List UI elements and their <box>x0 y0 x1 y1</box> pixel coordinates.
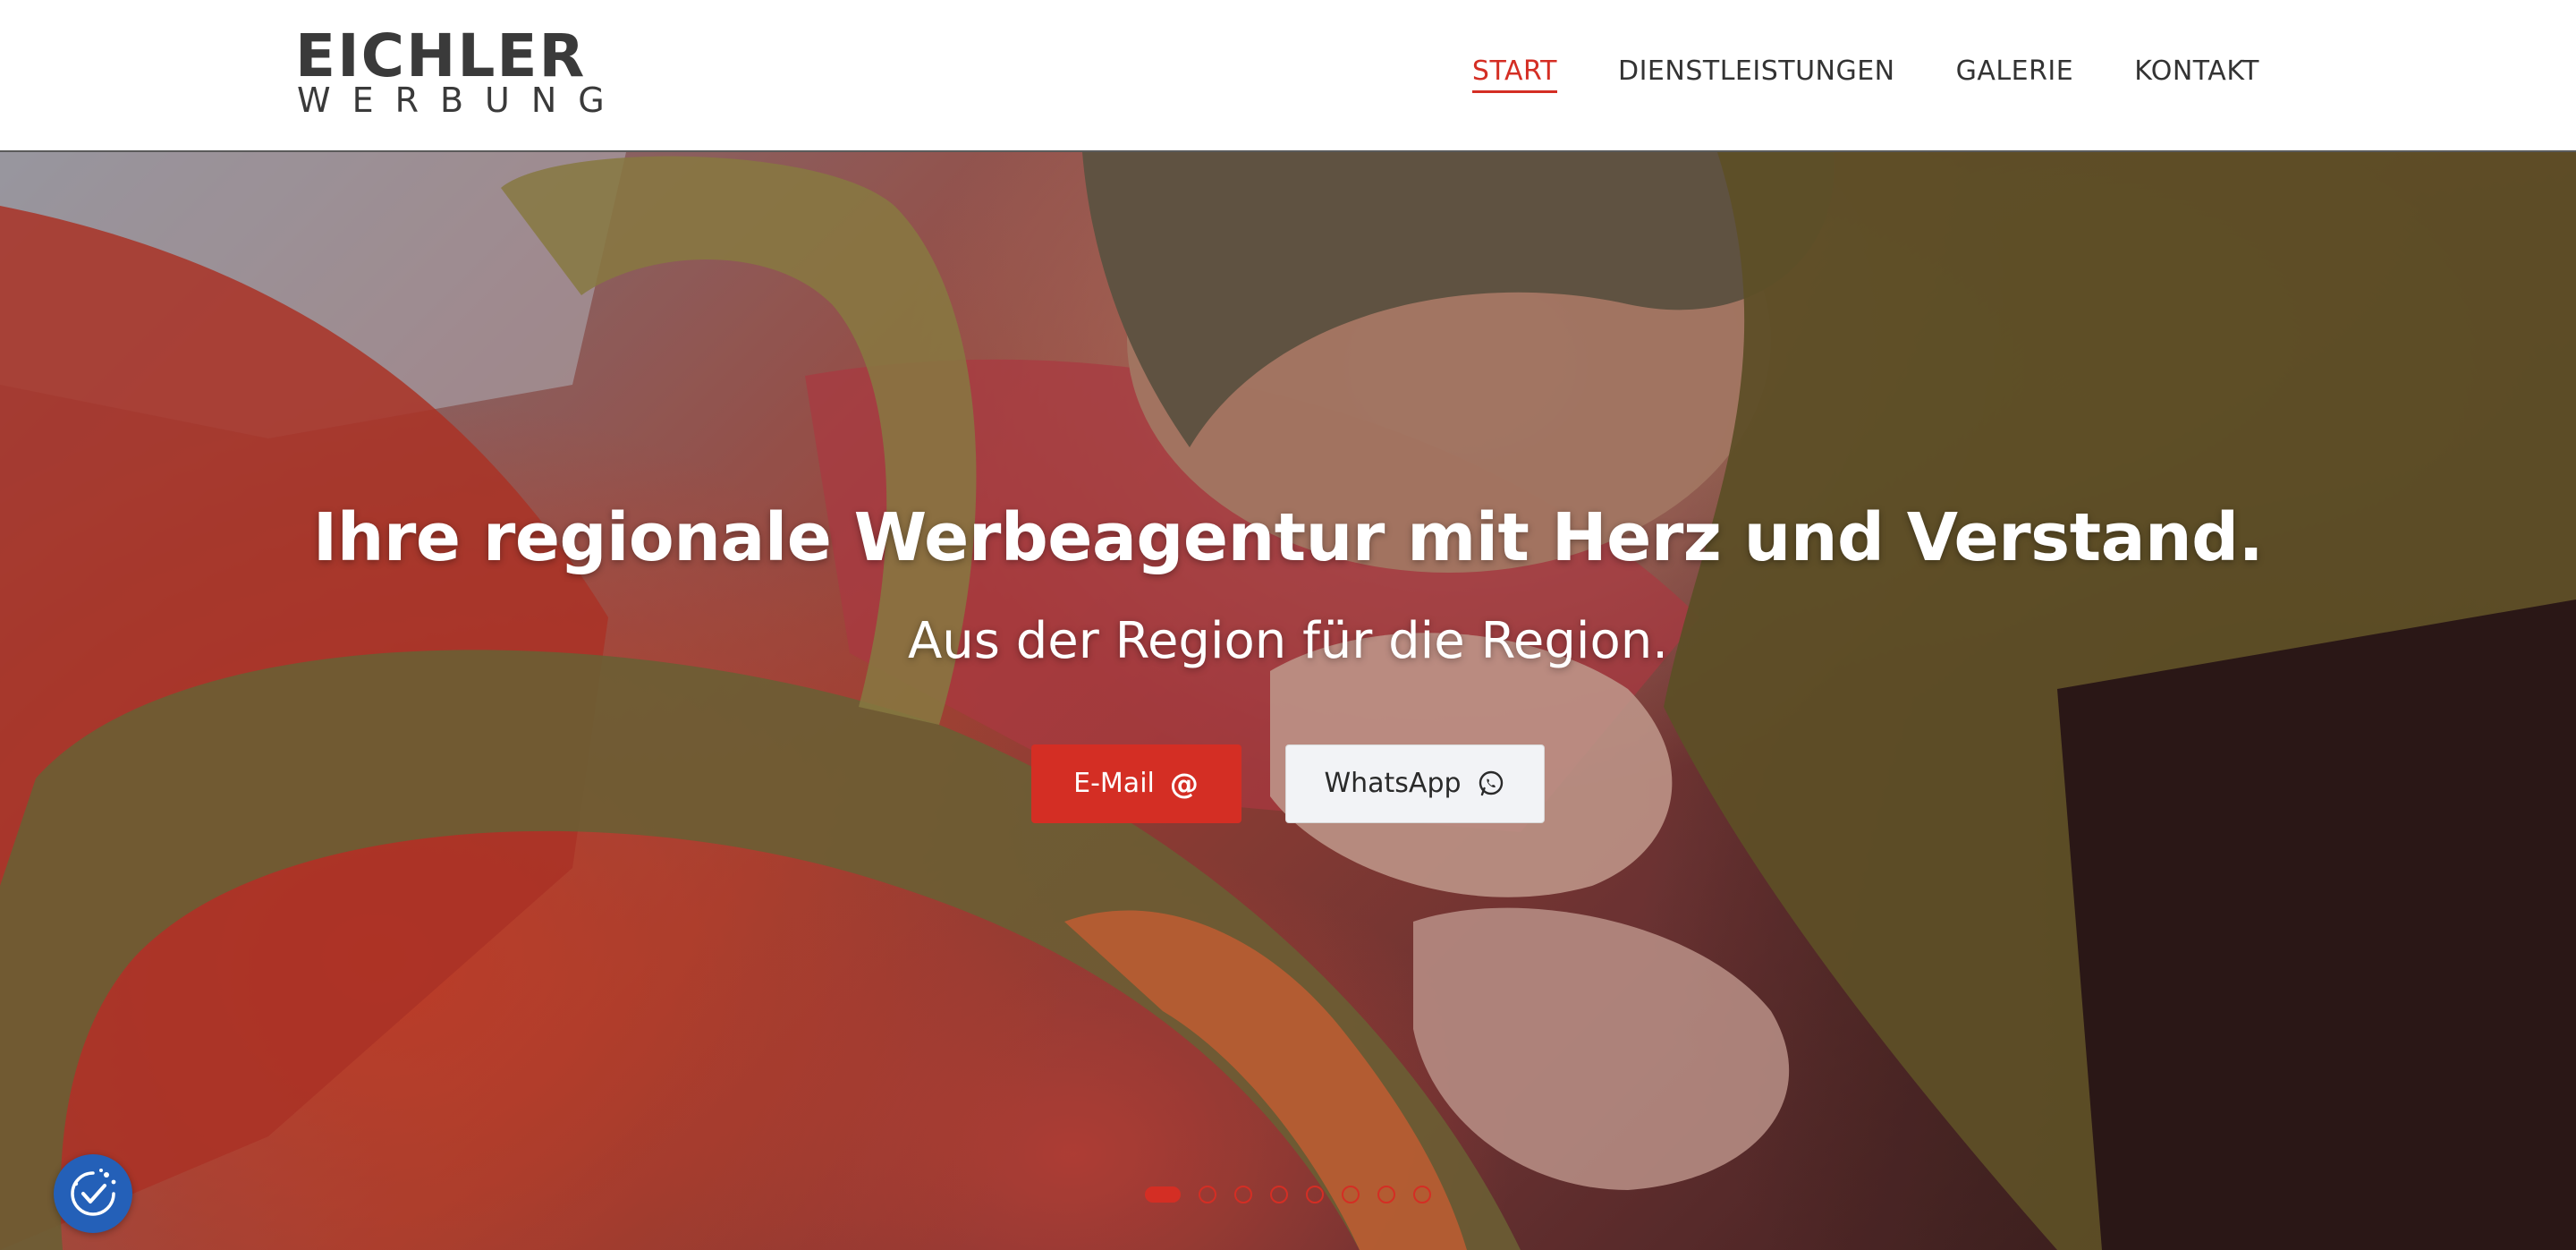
carousel-dot[interactable] <box>1342 1186 1360 1203</box>
carousel-dot[interactable] <box>1145 1186 1181 1203</box>
hero-subtitle: Aus der Region für die Region. <box>907 612 1668 670</box>
carousel-dot[interactable] <box>1413 1186 1431 1203</box>
logo-wordmark-bottom: WERBUNG <box>297 81 626 120</box>
whatsapp-button[interactable]: WhatsApp <box>1285 744 1545 823</box>
at-icon: @ <box>1169 767 1199 801</box>
logo-wordmark-top: EICHLER <box>295 21 587 90</box>
cookie-consent-icon <box>71 1169 116 1216</box>
nav-item-start[interactable]: START <box>1471 54 1558 93</box>
main-navigation: START DIENSTLEISTUNGEN GALERIE KONTAKT <box>1471 54 2259 93</box>
carousel-indicators <box>1145 1186 1431 1203</box>
nav-item-kontakt[interactable]: KONTAKT <box>2134 54 2259 89</box>
nav-item-dienstleistungen[interactable]: DIENSTLEISTUNGEN <box>1618 54 1895 89</box>
carousel-dot[interactable] <box>1270 1186 1288 1203</box>
cookie-consent-button[interactable] <box>54 1154 132 1233</box>
hero-carousel: Ihre regionale Werbeagentur mit Herz und… <box>0 152 2576 1250</box>
site-logo[interactable]: EICHLER WERBUNG <box>295 21 605 119</box>
hero-overlay <box>0 152 2576 1250</box>
nav-item-galerie[interactable]: GALERIE <box>1956 54 2074 89</box>
email-button[interactable]: E-Mail @ <box>1031 744 1241 823</box>
carousel-dot[interactable] <box>1199 1186 1216 1203</box>
carousel-dot[interactable] <box>1306 1186 1324 1203</box>
carousel-dot[interactable] <box>1234 1186 1252 1203</box>
whatsapp-button-label: WhatsApp <box>1324 768 1462 799</box>
site-header: EICHLER WERBUNG START DIENSTLEISTUNGEN G… <box>0 0 2576 152</box>
whatsapp-icon <box>1476 769 1506 799</box>
email-button-label: E-Mail <box>1073 768 1155 799</box>
carousel-dot[interactable] <box>1377 1186 1395 1203</box>
hero-title: Ihre regionale Werbeagentur mit Herz und… <box>312 499 2264 576</box>
